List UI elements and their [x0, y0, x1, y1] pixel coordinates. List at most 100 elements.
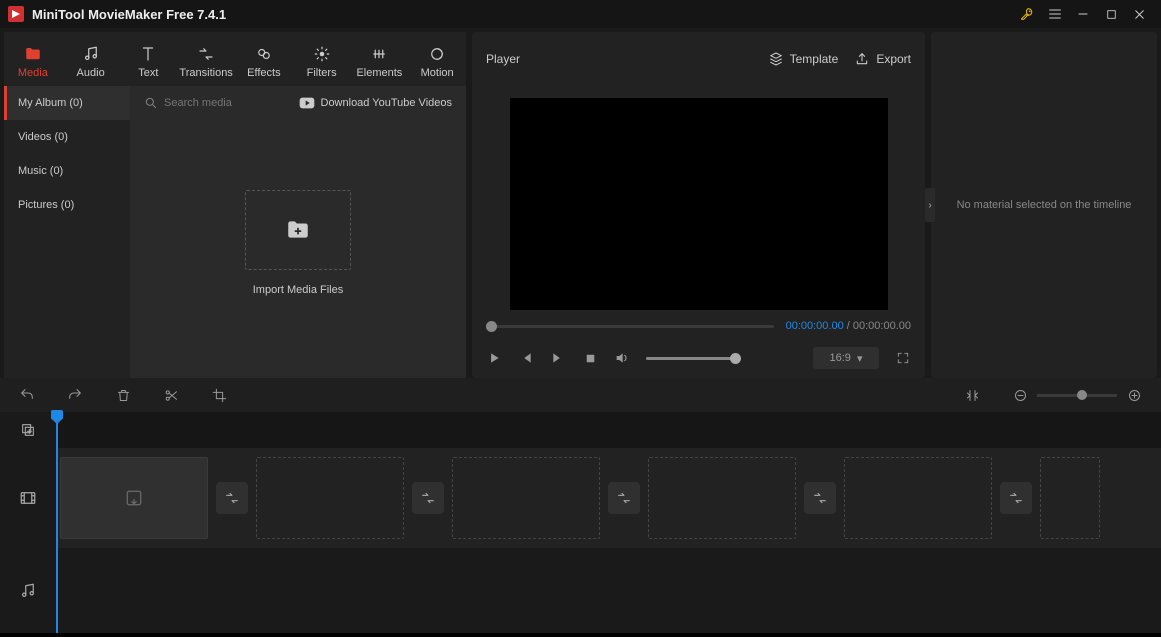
auto-fit-button[interactable]: [963, 386, 981, 404]
volume-slider[interactable]: [646, 357, 736, 360]
tab-effects[interactable]: Effects: [235, 38, 293, 86]
ratio-value: 16:9: [830, 352, 851, 364]
transition-slot[interactable]: [1000, 482, 1032, 514]
aspect-ratio-select[interactable]: 16:9 ▾: [813, 347, 879, 369]
chevron-down-icon: ▾: [857, 352, 863, 365]
motion-icon: [428, 45, 446, 63]
youtube-icon: [299, 97, 315, 109]
prev-frame-button[interactable]: [518, 350, 534, 366]
next-frame-button[interactable]: [550, 350, 566, 366]
collapse-inspector-button[interactable]: ›: [925, 188, 935, 222]
transition-slot[interactable]: [216, 482, 248, 514]
inspector-empty-text: No material selected on the timeline: [957, 199, 1132, 211]
tab-text[interactable]: Text: [120, 38, 178, 86]
total-time: 00:00:00.00: [853, 320, 911, 332]
upgrade-key-icon[interactable]: [1013, 0, 1041, 28]
time-display: 00:00:00.00 / 00:00:00.00: [786, 320, 911, 332]
template-icon: [768, 51, 784, 67]
media-sidebar: My Album (0) Videos (0) Music (0) Pictur…: [4, 86, 130, 378]
playhead[interactable]: [56, 412, 58, 633]
export-button[interactable]: Export: [854, 51, 911, 67]
inspector-panel: › No material selected on the timeline: [931, 32, 1157, 378]
minimize-button[interactable]: [1069, 0, 1097, 28]
tab-label: Audio: [77, 67, 105, 79]
delete-button[interactable]: [114, 386, 132, 404]
sidebar-item-my-album[interactable]: My Album (0): [4, 86, 130, 120]
tab-label: Motion: [421, 67, 454, 79]
app-logo-icon: [8, 6, 24, 22]
add-media-icon: [124, 488, 144, 508]
sidebar-item-music[interactable]: Music (0): [4, 154, 130, 188]
play-button[interactable]: [486, 350, 502, 366]
transition-slot[interactable]: [608, 482, 640, 514]
tab-filters[interactable]: Filters: [293, 38, 351, 86]
tab-label: Text: [138, 67, 158, 79]
volume-thumb[interactable]: [730, 353, 741, 364]
effects-icon: [255, 45, 273, 63]
tab-motion[interactable]: Motion: [408, 38, 466, 86]
zoom-in-button[interactable]: [1125, 386, 1143, 404]
split-button[interactable]: [162, 386, 180, 404]
fullscreen-button[interactable]: [895, 350, 911, 366]
volume-button[interactable]: [614, 350, 630, 366]
youtube-label: Download YouTube Videos: [321, 97, 453, 109]
template-label: Template: [790, 52, 839, 66]
template-button[interactable]: Template: [768, 51, 839, 67]
clip-slot[interactable]: [452, 457, 600, 539]
sidebar-item-pictures[interactable]: Pictures (0): [4, 188, 130, 222]
player-title: Player: [486, 52, 520, 66]
titlebar: MiniTool MovieMaker Free 7.4.1: [0, 0, 1161, 28]
zoom-thumb[interactable]: [1077, 390, 1087, 400]
download-youtube-button[interactable]: Download YouTube Videos: [299, 97, 453, 109]
export-label: Export: [876, 52, 911, 66]
zoom-out-button[interactable]: [1011, 386, 1029, 404]
text-icon: [139, 45, 157, 63]
close-button[interactable]: [1125, 0, 1153, 28]
search-input[interactable]: [164, 97, 284, 109]
tab-audio[interactable]: Audio: [62, 38, 120, 86]
video-track[interactable]: [56, 448, 1161, 548]
audio-track-icon[interactable]: [0, 548, 56, 633]
current-time: 00:00:00.00: [786, 320, 844, 332]
import-media-dropzone[interactable]: [245, 190, 351, 270]
clip-slot[interactable]: [60, 457, 208, 539]
tool-tabrow: Media Audio Text Transitions Effects Fil…: [4, 32, 466, 86]
undo-button[interactable]: [18, 386, 36, 404]
tab-transitions[interactable]: Transitions: [177, 38, 235, 86]
hamburger-menu-icon[interactable]: [1041, 0, 1069, 28]
search-media[interactable]: [144, 96, 291, 110]
add-track-button[interactable]: [0, 412, 56, 448]
stop-button[interactable]: [582, 350, 598, 366]
transition-slot[interactable]: [804, 482, 836, 514]
music-note-icon: [82, 45, 100, 63]
folder-icon: [24, 45, 42, 63]
clip-slot[interactable]: [844, 457, 992, 539]
search-icon: [144, 96, 158, 110]
clip-slot[interactable]: [1040, 457, 1100, 539]
tab-media[interactable]: Media: [4, 38, 62, 86]
tab-label: Effects: [247, 67, 280, 79]
video-track-icon[interactable]: [0, 448, 56, 548]
app-title: MiniTool MovieMaker Free 7.4.1: [32, 7, 226, 22]
transition-icon: [197, 45, 215, 63]
transition-slot[interactable]: [412, 482, 444, 514]
maximize-button[interactable]: [1097, 0, 1125, 28]
scrub-track[interactable]: [486, 325, 774, 328]
crop-button[interactable]: [210, 386, 228, 404]
clip-slot[interactable]: [256, 457, 404, 539]
redo-button[interactable]: [66, 386, 84, 404]
export-icon: [854, 51, 870, 67]
preview-canvas[interactable]: [510, 98, 888, 310]
folder-plus-icon: [285, 217, 311, 243]
scrub-thumb[interactable]: [486, 321, 497, 332]
sidebar-item-videos[interactable]: Videos (0): [4, 120, 130, 154]
clip-slot[interactable]: [648, 457, 796, 539]
sidebar-item-label: Pictures (0): [18, 199, 74, 211]
tab-label: Transitions: [179, 67, 232, 79]
audio-track[interactable]: [56, 548, 1161, 633]
tab-label: Elements: [356, 67, 402, 79]
sidebar-item-label: Videos (0): [18, 131, 68, 143]
zoom-slider[interactable]: [1037, 394, 1117, 397]
tab-elements[interactable]: Elements: [351, 38, 409, 86]
timeline-ruler[interactable]: [56, 412, 1161, 448]
